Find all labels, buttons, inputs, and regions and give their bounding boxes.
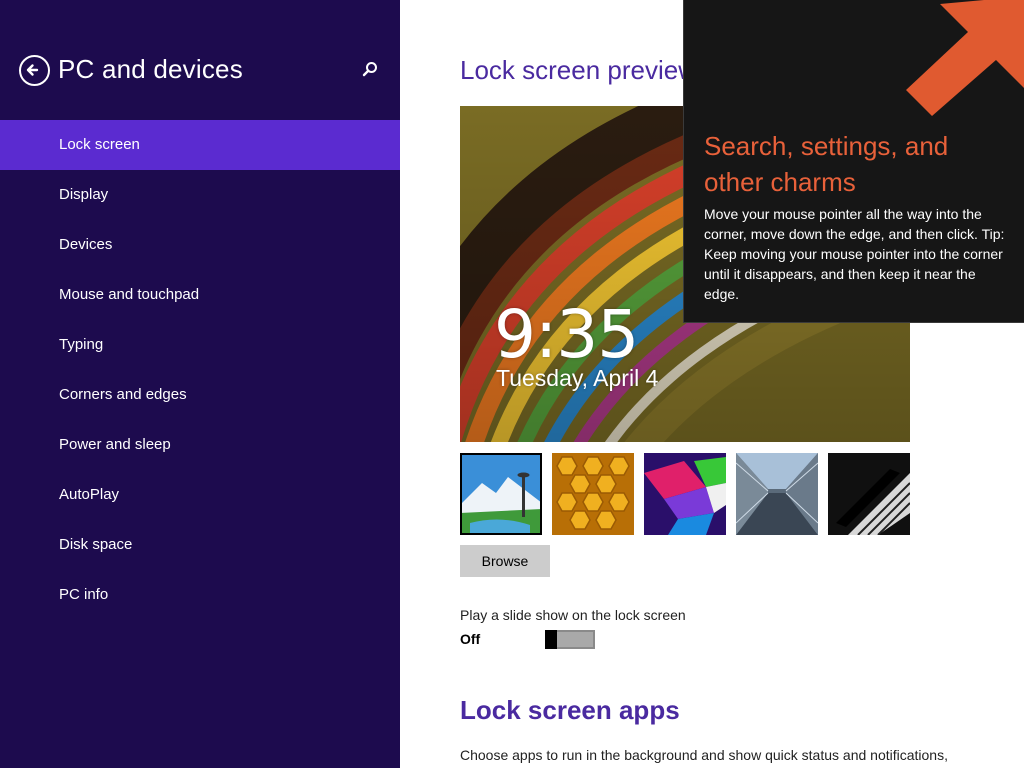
slideshow-state: Off (460, 631, 481, 647)
slideshow-toggle[interactable] (545, 630, 595, 649)
thumbnail-colorful-geometry[interactable] (644, 453, 726, 535)
section-heading-apps: Lock screen apps (460, 695, 680, 725)
corner-arrow-icon (906, 0, 1024, 116)
sidebar-item-pc-info[interactable]: PC info (0, 570, 400, 620)
search-icon[interactable] (360, 60, 380, 80)
sidebar-item-mouse-and-touchpad[interactable]: Mouse and touchpad (0, 270, 400, 320)
preview-date: Tuesday, April 4 (496, 365, 659, 391)
apps-description: Choose apps to run in the background and… (460, 747, 948, 763)
preview-time: 9:35 (494, 296, 639, 373)
sidebar-item-corners-and-edges[interactable]: Corners and edges (0, 370, 400, 420)
sidebar-item-devices[interactable]: Devices (0, 220, 400, 270)
back-arrow-icon (26, 64, 39, 76)
sidebar-item-autoplay[interactable]: AutoPlay (0, 470, 400, 520)
section-heading-preview: Lock screen preview (460, 55, 697, 85)
sidebar-item-typing[interactable]: Typing (0, 320, 400, 370)
toggle-thumb[interactable] (545, 630, 557, 649)
browse-button[interactable]: Browse (460, 545, 550, 577)
wallpaper-thumbnails (460, 453, 912, 535)
sidebar-nav: Lock screen Display Devices Mouse and to… (0, 120, 400, 620)
sidebar-item-lock-screen[interactable]: Lock screen (0, 120, 400, 170)
charms-tip-overlay: Search, settings, and other charms Move … (683, 0, 1024, 323)
sidebar-item-display[interactable]: Display (0, 170, 400, 220)
charms-tip-title: Search, settings, and other charms (704, 131, 949, 197)
slideshow-label: Play a slide show on the lock screen (460, 607, 686, 623)
back-button[interactable] (19, 55, 50, 86)
thumbnail-mountain-lake[interactable] (460, 453, 542, 535)
charms-tip-body: Move your mouse pointer all the way into… (704, 206, 1005, 302)
thumbnail-escalator-tunnel[interactable] (736, 453, 818, 535)
sidebar: PC and devices Lock screen Display Devic… (0, 0, 400, 768)
page-title: PC and devices (58, 54, 243, 84)
sidebar-item-disk-space[interactable]: Disk space (0, 520, 400, 570)
sidebar-header: PC and devices (0, 48, 400, 92)
sidebar-item-power-and-sleep[interactable]: Power and sleep (0, 420, 400, 470)
thumbnail-honeycomb[interactable] (552, 453, 634, 535)
thumbnail-piano-keys[interactable] (828, 453, 910, 535)
